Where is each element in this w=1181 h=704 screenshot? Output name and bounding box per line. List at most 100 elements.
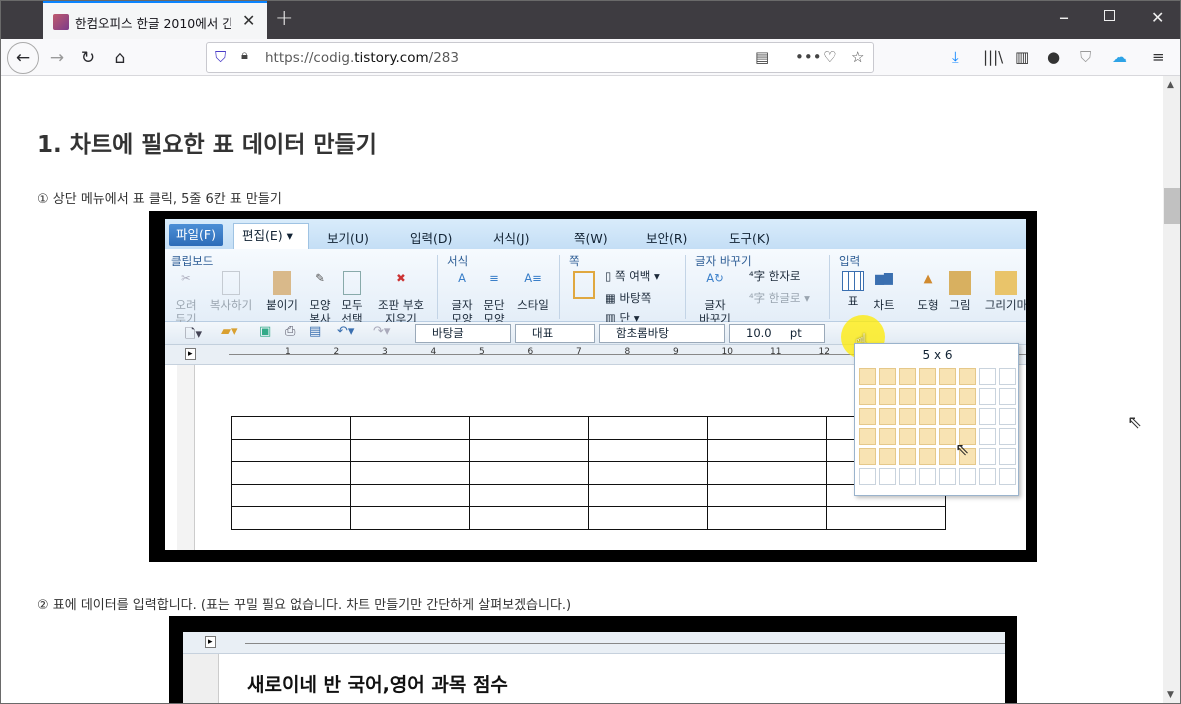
picker-cell[interactable] [859,428,876,445]
size-combo[interactable]: 10.0 pt [729,324,825,343]
picker-cell[interactable] [879,388,896,405]
picker-cell[interactable] [899,448,916,465]
tab-type-icon[interactable]: ▸ [185,348,196,360]
menu-tools[interactable]: 도구(K) [729,228,770,247]
menu-icon[interactable]: ≡ [1152,48,1165,66]
shape-button[interactable]: ▲ 도형 [913,271,943,312]
picker-cell[interactable] [859,468,876,485]
back-icon[interactable]: ← [7,42,39,74]
picker-cell[interactable] [879,428,896,445]
scrollbar[interactable]: ▲ ▼ [1163,76,1180,703]
scroll-up-icon[interactable]: ▲ [1167,80,1174,90]
style-button[interactable]: A≡ 스타일 [513,271,553,312]
picker-cell[interactable] [979,448,996,465]
scroll-down-icon[interactable]: ▼ [1167,690,1174,700]
sidebar-icon[interactable]: ▥ [1015,48,1029,66]
picker-cell[interactable] [919,388,936,405]
picker-cell[interactable] [859,408,876,425]
picker-cell[interactable] [919,408,936,425]
picker-cell[interactable] [859,368,876,385]
background-page-button[interactable]: ▦ 바탕쪽 [605,291,679,305]
picker-cell[interactable] [979,408,996,425]
lock-icon[interactable]: 🔒︎ [241,48,248,63]
page-margin-button[interactable]: ▯ 쪽 여백 ▾ [605,269,679,283]
style-combo[interactable]: 바탕글 [415,324,511,343]
page-layout-button[interactable] [569,271,599,302]
picker-cell[interactable] [959,388,976,405]
window-close-icon[interactable]: ✕ [1151,8,1164,27]
picker-cell[interactable] [859,448,876,465]
library-icon[interactable]: |||\ [983,48,1003,66]
picker-cell[interactable] [959,368,976,385]
picker-cell[interactable] [919,448,936,465]
menu-page[interactable]: 쪽(W) [574,228,608,247]
char-shape-button[interactable]: A 글자 모양 [447,271,477,326]
home-icon[interactable]: ⌂ [105,44,135,72]
save-icon[interactable]: ▣ [259,324,271,339]
picker-cell[interactable] [919,468,936,485]
picker-cell[interactable] [959,468,976,485]
picker-cell[interactable] [999,388,1016,405]
picker-cell[interactable] [899,408,916,425]
menu-security[interactable]: 보안(R) [646,228,687,247]
new-doc-icon[interactable]: 🗋︎▾ [185,325,202,347]
hanja-button[interactable]: ⁴字 한자로 [749,269,819,283]
picker-cell[interactable] [899,468,916,485]
maximize-icon[interactable] [1104,10,1115,21]
menu-view[interactable]: 보기(U) [327,228,369,247]
picker-cell[interactable] [899,428,916,445]
char-replace-button[interactable]: A↻ 글자 바꾸기 [695,271,735,326]
picker-cell[interactable] [939,428,956,445]
picker-cell[interactable] [979,368,996,385]
picker-cell[interactable] [919,428,936,445]
url-text[interactable]: https://codig.tistory.com/283 [265,50,459,66]
document-table[interactable] [231,416,946,530]
select-all-button[interactable]: 모두 선택 [337,271,367,326]
cloud-icon[interactable]: ☁ [1112,48,1127,66]
picker-cell[interactable] [879,468,896,485]
picker-cell[interactable] [999,468,1016,485]
redo-icon[interactable]: ↷▾ [373,324,390,339]
extension-shield-icon[interactable]: ⛉ [1080,48,1091,66]
picker-cell[interactable] [979,468,996,485]
new-tab-icon[interactable]: + [275,6,293,31]
preview-icon[interactable]: ▤ [309,324,321,339]
picker-cell[interactable] [859,388,876,405]
picker-cell[interactable] [999,408,1016,425]
undo-icon[interactable]: ↶▾ [337,324,354,339]
tab-type-icon[interactable]: ▸ [205,636,216,648]
tab-close-icon[interactable]: ✕ [242,11,255,30]
clear-marks-button[interactable]: ✖ 조판 부호 지우기 [371,271,431,326]
picker-cell[interactable] [879,368,896,385]
picker-cell[interactable] [899,388,916,405]
picker-cell[interactable] [959,408,976,425]
menu-insert[interactable]: 입력(D) [410,228,452,247]
active-tab[interactable]: 한컴오피스 한글 2010에서 간단 ✕ [43,1,267,39]
picker-cell[interactable] [939,368,956,385]
scroll-thumb[interactable] [1164,188,1180,224]
drawing-button[interactable]: 그리기마 [981,271,1026,312]
picker-cell[interactable] [939,468,956,485]
picture-button[interactable]: 그림 [945,271,975,312]
reload-icon[interactable]: ↻ [73,44,103,72]
hangul-button[interactable]: ⁴字 한글로 ▾ [749,291,819,305]
picker-cell[interactable] [899,368,916,385]
more-actions-icon[interactable]: ••• [795,48,822,66]
font-combo[interactable]: 함초롬바탕 [599,324,725,343]
picker-cell[interactable] [939,388,956,405]
print-icon[interactable]: ⎙ [285,324,295,339]
menu-file[interactable]: 파일(F) [169,224,223,246]
picker-cell[interactable] [879,408,896,425]
picker-cell[interactable] [999,448,1016,465]
picker-cell[interactable] [919,368,936,385]
download-icon[interactable]: ⤓ [952,48,959,66]
url-bar[interactable]: ⛉ 🔒︎ https://codig.tistory.com/283 ▤ •••… [206,42,874,73]
menu-format[interactable]: 서식(J) [493,228,529,247]
pocket-icon[interactable]: ♡ [823,48,836,66]
open-icon[interactable]: ▰▾ [221,324,238,339]
lang-combo[interactable]: 대표 [515,324,595,343]
picker-cell[interactable] [879,448,896,465]
picker-cell[interactable] [939,448,956,465]
forward-icon[interactable]: → [42,44,72,72]
paste-button[interactable]: 붙이기 [261,271,303,312]
